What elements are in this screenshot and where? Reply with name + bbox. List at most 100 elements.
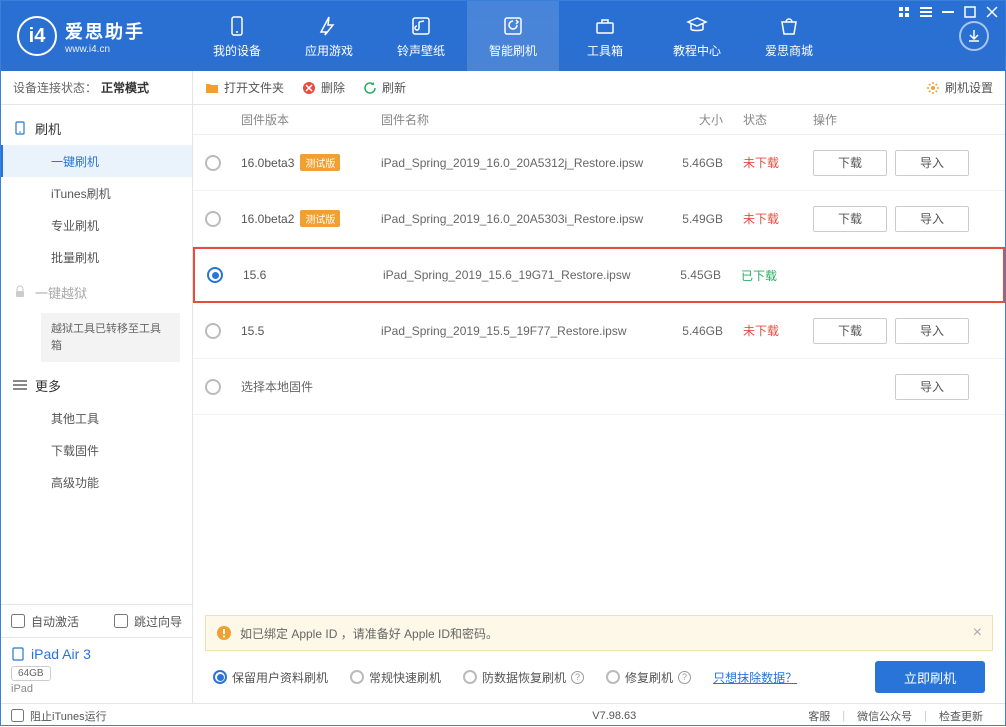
footer: 阻止iTunes运行 V7.98.63 客服 | 微信公众号 | 检查更新 <box>1 703 1005 727</box>
nav-tab-apps[interactable]: 应用游戏 <box>283 1 375 71</box>
fw-size: 5.46GB <box>663 324 743 338</box>
sidebar-group-flash[interactable]: 刷机 <box>1 111 192 145</box>
app-header: i4 爱思助手 www.i4.cn 我的设备应用游戏铃声壁纸智能刷机工具箱教程中… <box>1 1 1005 71</box>
opt-anti-recovery[interactable]: 防数据恢复刷机? <box>463 669 584 686</box>
nav-tab-tutorial[interactable]: 教程中心 <box>651 1 743 71</box>
minimize-icon[interactable] <box>941 5 955 19</box>
flash-options-bar: 保留用户资料刷机 常规快速刷机 防数据恢复刷机? 修复刷机? 只想抹除数据？ 立… <box>193 651 1005 703</box>
sidebar-item[interactable]: 其他工具 <box>1 402 192 434</box>
app-subtitle: www.i4.cn <box>65 44 145 55</box>
fw-status: 未下载 <box>743 322 813 339</box>
open-folder-button[interactable]: 打开文件夹 <box>205 79 284 96</box>
sidebar-item[interactable]: 高级功能 <box>1 466 192 498</box>
sidebar-item[interactable]: 专业刷机 <box>1 209 192 241</box>
device-name: iPad Air 3 <box>11 646 182 662</box>
footer-wechat[interactable]: 微信公众号 <box>857 708 912 724</box>
nav-tab-device[interactable]: 我的设备 <box>191 1 283 71</box>
device-type: iPad <box>11 683 182 695</box>
warning-text: 如已绑定 Apple ID ，请准备好 Apple ID和密码。 <box>240 625 498 642</box>
device-capacity-badge: 64GB <box>11 666 51 681</box>
skip-guide-checkbox[interactable] <box>114 614 128 628</box>
nav-tab-music[interactable]: 铃声壁纸 <box>375 1 467 71</box>
win-list-icon[interactable] <box>919 5 933 19</box>
sidebar-group-more[interactable]: 更多 <box>1 368 192 402</box>
fw-status: 未下载 <box>743 210 813 227</box>
close-icon[interactable] <box>985 5 999 19</box>
col-name: 固件名称 <box>381 111 663 128</box>
flash-now-button[interactable]: 立即刷机 <box>875 661 985 693</box>
fw-status: 未下载 <box>743 154 813 171</box>
side-nav: 刷机 一键刷机iTunes刷机专业刷机批量刷机 一键越狱 越狱工具已转移至工具箱… <box>1 105 192 604</box>
fw-name: iPad_Spring_2019_16.0_20A5303i_Restore.i… <box>381 212 663 226</box>
fw-size: 5.45GB <box>661 268 741 282</box>
footer-service[interactable]: 客服 <box>808 708 830 724</box>
refresh-button[interactable]: 刷新 <box>363 79 406 96</box>
device-status-bar: 设备连接状态： 正常模式 <box>1 71 192 105</box>
window-controls <box>897 5 999 19</box>
import-button[interactable]: 导入 <box>895 150 969 176</box>
select-radio[interactable] <box>205 379 221 395</box>
col-status: 状态 <box>743 111 813 128</box>
block-itunes-checkbox[interactable] <box>11 709 24 722</box>
firmware-list: 16.0beta3测试版iPad_Spring_2019_16.0_20A531… <box>193 135 1005 615</box>
import-button[interactable]: 导入 <box>895 206 969 232</box>
erase-only-link[interactable]: 只想抹除数据？ <box>713 669 797 686</box>
nav-tabs: 我的设备应用游戏铃声壁纸智能刷机工具箱教程中心爱思商城 <box>191 1 835 71</box>
app-title: 爱思助手 <box>65 18 145 44</box>
toolbar: 打开文件夹 删除 刷新 刷机设置 <box>193 71 1005 105</box>
firmware-row[interactable]: 15.5 iPad_Spring_2019_15.5_19F77_Restore.… <box>193 303 1005 359</box>
firmware-row[interactable]: 16.0beta3测试版iPad_Spring_2019_16.0_20A531… <box>193 135 1005 191</box>
sidebar-item[interactable]: 一键刷机 <box>1 145 192 177</box>
sidebar-item[interactable]: 下载固件 <box>1 434 192 466</box>
auto-activate-checkbox[interactable] <box>11 614 25 628</box>
fw-size: 5.49GB <box>663 212 743 226</box>
logo: i4 爱思助手 www.i4.cn <box>1 16 191 56</box>
nav-tab-toolbox[interactable]: 工具箱 <box>559 1 651 71</box>
fw-name: iPad_Spring_2019_15.6_19G71_Restore.ipsw <box>383 268 661 282</box>
download-button[interactable]: 下载 <box>813 318 887 344</box>
help-icon[interactable]: ? <box>678 671 691 684</box>
download-button[interactable]: 下载 <box>813 150 887 176</box>
nav-tab-flash[interactable]: 智能刷机 <box>467 1 559 71</box>
download-manager-icon[interactable] <box>959 21 989 51</box>
opt-normal[interactable]: 常规快速刷机 <box>350 669 441 686</box>
maximize-icon[interactable] <box>963 5 977 19</box>
fw-name: iPad_Spring_2019_16.0_20A5312j_Restore.i… <box>381 156 663 170</box>
col-version: 固件版本 <box>241 111 381 128</box>
app-version: V7.98.63 <box>592 710 636 722</box>
warning-icon <box>216 625 232 641</box>
sidebar-item[interactable]: 批量刷机 <box>1 241 192 273</box>
fw-name: iPad_Spring_2019_15.5_19F77_Restore.ipsw <box>381 324 663 338</box>
select-radio[interactable] <box>205 211 221 227</box>
col-ops: 操作 <box>813 111 993 128</box>
flash-settings-button[interactable]: 刷机设置 <box>926 79 993 96</box>
sidebar-item[interactable]: iTunes刷机 <box>1 177 192 209</box>
beta-badge: 测试版 <box>300 154 340 171</box>
download-button[interactable]: 下载 <box>813 206 887 232</box>
table-header: 固件版本 固件名称 大小 状态 操作 <box>193 105 1005 135</box>
help-icon[interactable]: ? <box>571 671 584 684</box>
fw-version: 15.5 <box>241 324 264 338</box>
opt-repair[interactable]: 修复刷机? <box>606 669 691 686</box>
select-radio[interactable] <box>205 323 221 339</box>
fw-version: 15.6 <box>243 268 266 282</box>
firmware-row[interactable]: 16.0beta2测试版iPad_Spring_2019_16.0_20A530… <box>193 191 1005 247</box>
sidebar-group-jailbreak[interactable]: 一键越狱 <box>1 275 192 309</box>
main-panel: 打开文件夹 删除 刷新 刷机设置 固件版本 固件名称 大小 <box>193 71 1005 703</box>
import-button[interactable]: 导入 <box>895 318 969 344</box>
import-button[interactable]: 导入 <box>895 374 969 400</box>
select-radio[interactable] <box>207 267 223 283</box>
device-card[interactable]: iPad Air 3 64GB iPad <box>1 637 192 703</box>
warning-close-icon[interactable]: × <box>973 624 982 642</box>
logo-icon: i4 <box>17 16 57 56</box>
nav-tab-store[interactable]: 爱思商城 <box>743 1 835 71</box>
local-firmware-row[interactable]: 选择本地固件导入 <box>193 359 1005 415</box>
win-menu-icon[interactable] <box>897 5 911 19</box>
select-radio[interactable] <box>205 155 221 171</box>
opt-keep-data[interactable]: 保留用户资料刷机 <box>213 669 328 686</box>
firmware-row[interactable]: 15.6 iPad_Spring_2019_15.6_19G71_Restore.… <box>193 247 1005 303</box>
footer-update[interactable]: 检查更新 <box>939 708 983 724</box>
warning-bar: 如已绑定 Apple ID ，请准备好 Apple ID和密码。 × <box>205 615 993 651</box>
delete-button[interactable]: 删除 <box>302 79 345 96</box>
status-label: 设备连接状态： <box>13 79 97 96</box>
